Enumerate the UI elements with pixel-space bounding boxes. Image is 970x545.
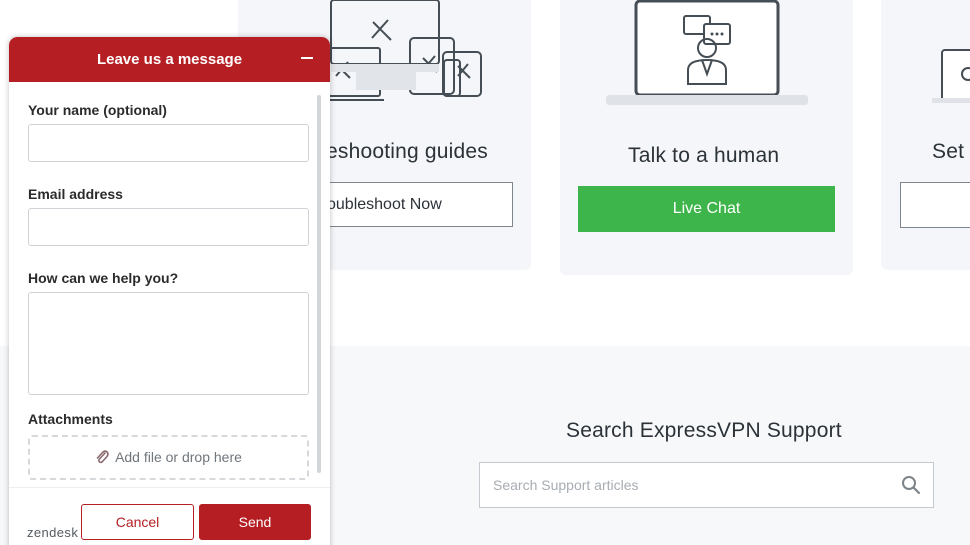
search-box [479, 462, 934, 508]
search-title: Search ExpressVPN Support [566, 419, 842, 442]
widget-scrollbar[interactable] [317, 95, 321, 473]
setup-title: Set [932, 140, 965, 163]
live-chat-button[interactable]: Live Chat [578, 186, 835, 232]
attachment-text: Add file or drop here [115, 449, 242, 465]
support-agent-illustration [606, 0, 808, 105]
widget-title: Leave us a message [96, 51, 243, 68]
email-label: Email address [28, 186, 123, 202]
help-label: How can we help you? [28, 270, 179, 286]
help-message-textarea[interactable] [28, 292, 309, 395]
widget-header: Leave us a message [9, 37, 330, 82]
name-label: Your name (optional) [28, 102, 167, 118]
troubleshooting-title: eshooting guides [326, 140, 488, 163]
send-button[interactable]: Send [199, 504, 311, 540]
search-input[interactable] [480, 463, 890, 507]
attachments-label: Attachments [28, 411, 113, 427]
devices-tools-illustration [326, 0, 482, 101]
search-icon[interactable] [901, 475, 921, 495]
paperclip-icon [96, 450, 109, 463]
troubleshoot-now-button[interactable]: oubleshoot Now [305, 182, 513, 227]
minimize-icon[interactable] [301, 57, 313, 59]
cancel-button[interactable]: Cancel [81, 504, 194, 540]
attachment-dropzone[interactable]: Add file or drop here [28, 435, 309, 480]
widget-footer: zendesk Cancel Send [9, 487, 330, 545]
setup-button[interactable] [900, 182, 970, 228]
email-field[interactable] [28, 208, 309, 246]
zendesk-logo: zendesk [27, 525, 79, 540]
leave-message-widget: Leave us a message Your name (optional) … [9, 37, 330, 545]
setup-device-illustration [932, 49, 970, 103]
name-field[interactable] [28, 124, 309, 162]
talk-to-human-title: Talk to a human [628, 144, 780, 167]
